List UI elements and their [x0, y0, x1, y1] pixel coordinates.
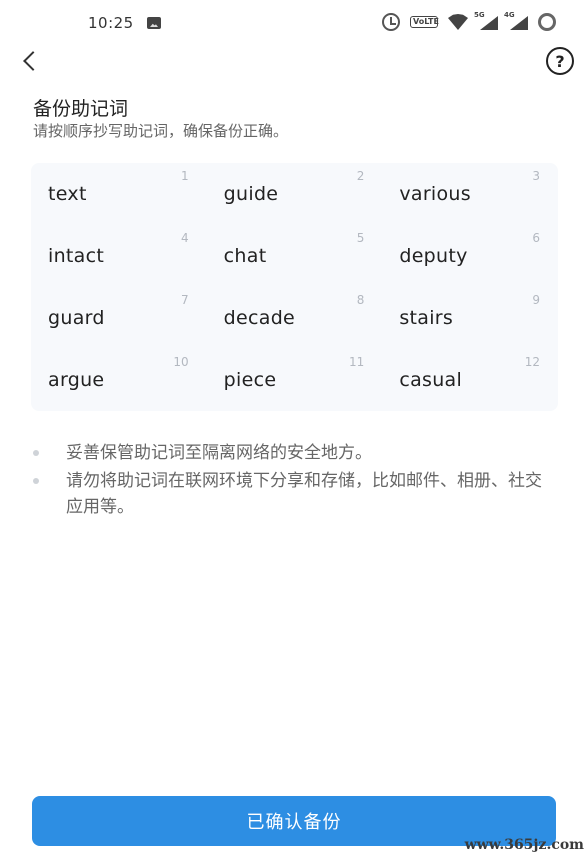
mnemonic-cell: 2 guide — [207, 163, 383, 225]
mnemonic-cell: 12 casual — [382, 349, 558, 411]
wifi-icon — [448, 14, 468, 30]
word-index: 9 — [532, 293, 540, 307]
mnemonic-cell: 9 stairs — [382, 287, 558, 349]
battery-ring-icon — [538, 13, 556, 31]
page-title: 备份助记词 — [33, 98, 129, 120]
mnemonic-word: intact — [48, 245, 105, 267]
help-icon[interactable]: ? — [546, 47, 574, 75]
signal-4g-icon: 4G — [504, 11, 528, 30]
mnemonic-cell: 5 chat — [207, 225, 383, 287]
mnemonic-cell: 7 guard — [31, 287, 207, 349]
mnemonic-grid: 1 text 2 guide 3 various 4 intact 5 chat 6 deputy 7 g… — [31, 163, 558, 411]
volte-icon: VoLTE — [410, 16, 439, 28]
page-subtitle: 请按顺序抄写助记词，确保备份正确。 — [33, 122, 289, 140]
word-index: 3 — [532, 169, 540, 183]
tip-item: 妥善保管助记词至隔离网络的安全地方。 — [30, 440, 555, 466]
word-index: 1 — [181, 169, 189, 183]
word-index: 4 — [181, 231, 189, 245]
signal-5g-icon: 5G — [474, 11, 498, 30]
tip-text: 妥善保管助记词至隔离网络的安全地方。 — [66, 443, 372, 463]
mnemonic-cell: 3 various — [382, 163, 558, 225]
mnemonic-word: piece — [223, 369, 277, 391]
mnemonic-cell: 1 text — [31, 163, 207, 225]
tip-item: 请勿将助记词在联网环境下分享和存储，比如邮件、相册、社交应用等。 — [30, 468, 555, 520]
status-bar: 10:25 VoLTE 5G 4G — [0, 0, 588, 48]
word-index: 2 — [356, 169, 365, 183]
gallery-icon — [147, 17, 161, 29]
mnemonic-word: casual — [399, 369, 463, 391]
mnemonic-word: guard — [48, 307, 105, 329]
mnemonic-word: decade — [223, 307, 296, 329]
signal-5g-label: 5G — [474, 11, 485, 19]
word-index: 5 — [356, 231, 365, 245]
word-index: 12 — [524, 355, 540, 369]
tips-list: 妥善保管助记词至隔离网络的安全地方。 请勿将助记词在联网环境下分享和存储，比如邮… — [30, 440, 555, 522]
mnemonic-word: chat — [223, 245, 267, 267]
screen: 10:25 VoLTE 5G 4G ? 备份助记词 请按顺序抄写助记词，确保备份… — [0, 0, 588, 861]
mnemonic-word: various — [399, 183, 471, 205]
mnemonic-word: text — [48, 183, 87, 205]
mnemonic-cell: 4 intact — [31, 225, 207, 287]
mnemonic-word: guide — [223, 183, 279, 205]
mnemonic-cell: 10 argue — [31, 349, 207, 411]
mnemonic-cell: 8 decade — [207, 287, 383, 349]
mnemonic-word: argue — [48, 369, 105, 391]
signal-4g-label: 4G — [504, 11, 515, 19]
watermark: www.365jz.com — [464, 837, 584, 853]
word-index: 8 — [356, 293, 365, 307]
mnemonic-word: stairs — [399, 307, 454, 329]
word-index: 10 — [173, 355, 189, 369]
bullet-icon — [33, 450, 39, 456]
word-index: 7 — [181, 293, 189, 307]
back-chevron-icon[interactable] — [18, 48, 42, 74]
word-index: 11 — [349, 355, 365, 369]
tip-text: 请勿将助记词在联网环境下分享和存储，比如邮件、相册、社交应用等。 — [66, 471, 542, 517]
status-time: 10:25 — [88, 14, 134, 32]
mnemonic-cell: 11 piece — [207, 349, 383, 411]
alarm-icon — [382, 13, 400, 31]
status-icons: VoLTE 5G 4G — [382, 11, 556, 31]
bullet-icon — [33, 478, 39, 484]
word-index: 6 — [532, 231, 540, 245]
mnemonic-cell: 6 deputy — [382, 225, 558, 287]
mnemonic-word: deputy — [399, 245, 468, 267]
